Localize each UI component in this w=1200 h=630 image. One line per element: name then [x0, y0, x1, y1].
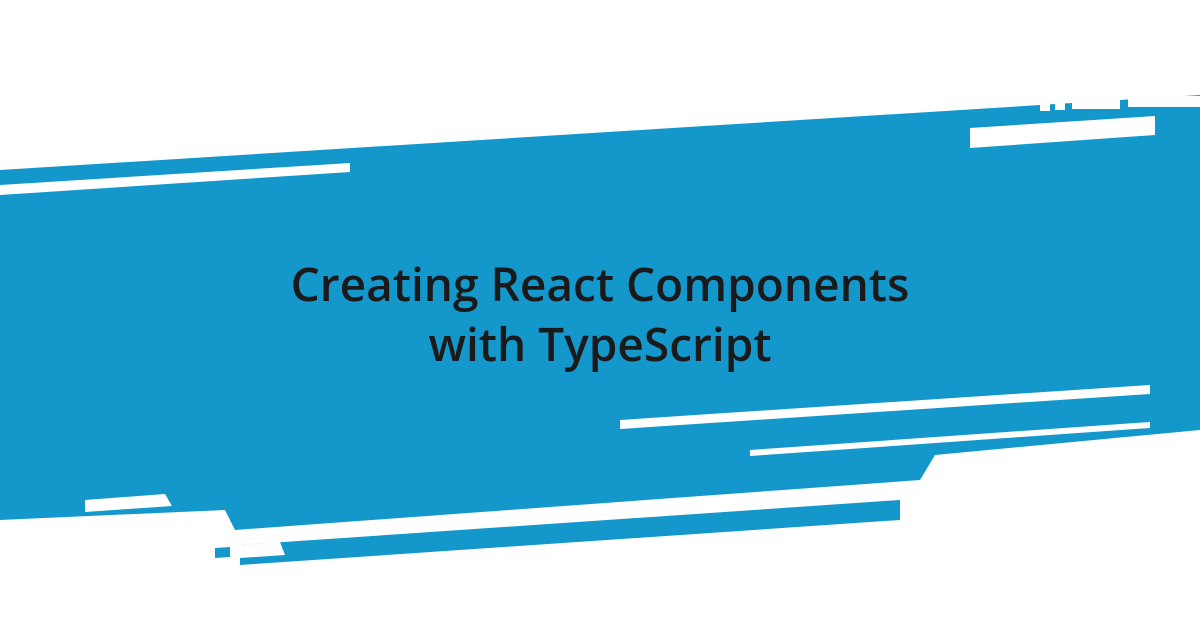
banner-title: Creating React Components with TypeScrip…: [0, 255, 1200, 375]
title-line-1: Creating React Components: [291, 253, 910, 315]
hero-banner: Creating React Components with TypeScrip…: [0, 0, 1200, 630]
title-line-2: with TypeScript: [428, 313, 771, 375]
